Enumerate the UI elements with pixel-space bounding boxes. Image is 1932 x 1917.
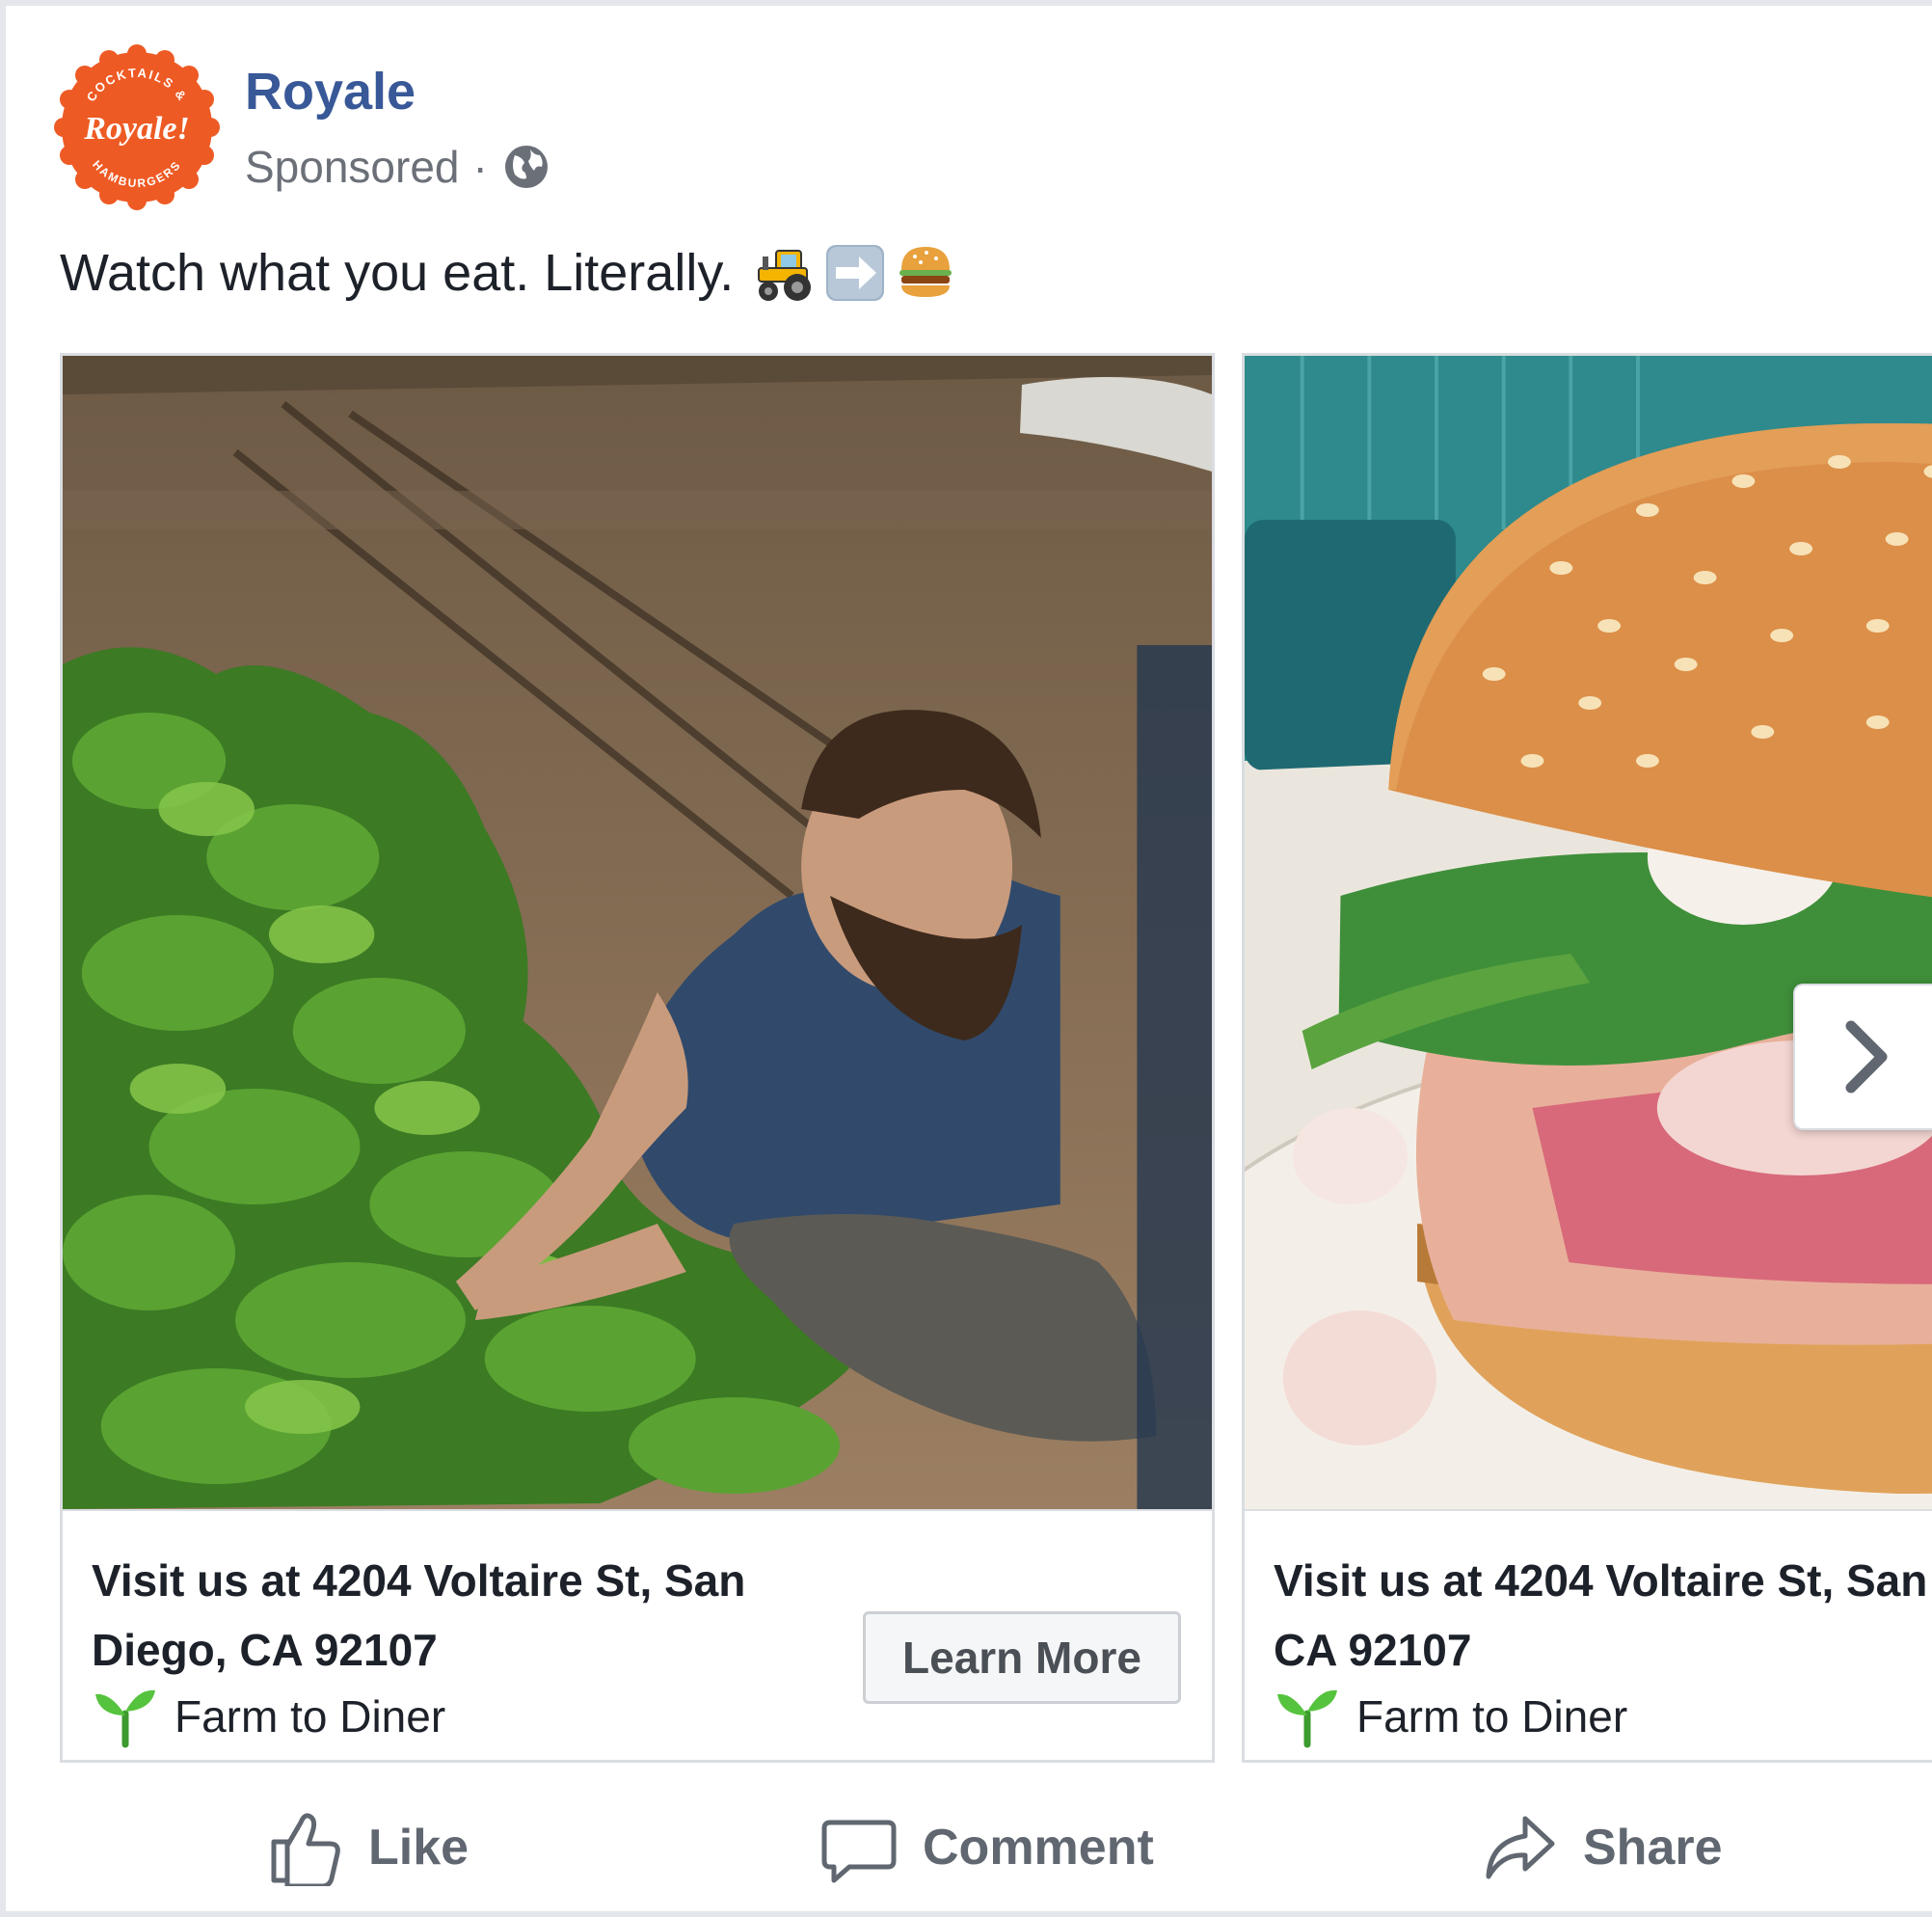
card-subtitle: Farm to Diner bbox=[92, 1683, 445, 1750]
post-meta: Sponsored · bbox=[245, 141, 551, 193]
tractor-emoji-icon bbox=[758, 250, 812, 301]
comment-label: Comment bbox=[923, 1820, 1154, 1876]
hamburger-emoji-icon bbox=[899, 247, 953, 297]
like-label: Like bbox=[368, 1820, 470, 1876]
thumbs-up-icon bbox=[271, 1813, 340, 1886]
post-message: Watch what you eat. Literally. bbox=[60, 243, 957, 303]
post-actions-bar: Like Comment Share bbox=[6, 1799, 1932, 1896]
learn-more-button[interactable]: Learn More bbox=[863, 1611, 1181, 1704]
share-icon bbox=[1486, 1816, 1555, 1879]
card-footer: Visit us at 4204 Voltaire St, San Diego,… bbox=[1245, 1509, 1932, 1760]
card-subtitle-text: Farm to Diner bbox=[174, 1691, 446, 1742]
royale-logo-icon: COCKTAILS & Royale! HAMBURGERS bbox=[54, 44, 220, 210]
share-label: Share bbox=[1583, 1820, 1723, 1876]
card-subtitle: Farm to Diner bbox=[1274, 1683, 1627, 1750]
card-subtitle-text: Farm to Diner bbox=[1356, 1691, 1628, 1742]
seedling-icon bbox=[95, 1689, 155, 1748]
comment-icon bbox=[821, 1820, 897, 1883]
carousel-next-button[interactable] bbox=[1793, 984, 1932, 1130]
right-arrow-emoji-icon bbox=[826, 245, 885, 301]
page-name-link[interactable]: Royale bbox=[245, 62, 416, 122]
card-title[interactable]: Visit us at 4204 Voltaire St, San Diego,… bbox=[1274, 1546, 1932, 1685]
burger-image bbox=[1245, 356, 1932, 1509]
seedling-icon bbox=[1277, 1689, 1337, 1748]
sponsored-post: COCKTAILS & Royale! HAMBURGERS Royale Sp… bbox=[0, 0, 1932, 1917]
svg-text:Royale!: Royale! bbox=[83, 111, 190, 147]
burger-photo[interactable] bbox=[1245, 356, 1932, 1509]
share-button[interactable]: Share bbox=[1481, 1799, 1723, 1896]
comment-button[interactable]: Comment bbox=[820, 1799, 1154, 1896]
meta-separator: · bbox=[472, 142, 488, 192]
chevron-right-icon bbox=[1845, 1020, 1888, 1094]
farmer-in-greens-image bbox=[63, 356, 1212, 1509]
carousel-card[interactable]: Visit us at 4204 Voltaire St, San Diego,… bbox=[60, 353, 1215, 1763]
card-footer: Visit us at 4204 Voltaire St, San Diego,… bbox=[63, 1509, 1212, 1760]
page-avatar-logo[interactable]: COCKTAILS & Royale! HAMBURGERS bbox=[52, 42, 222, 212]
globe-icon bbox=[504, 146, 548, 188]
post-message-text: Watch what you eat. Literally. bbox=[60, 244, 735, 302]
like-button[interactable]: Like bbox=[266, 1799, 469, 1896]
card-title[interactable]: Visit us at 4204 Voltaire St, San Diego,… bbox=[92, 1546, 863, 1685]
farmer-photo[interactable] bbox=[63, 356, 1212, 1509]
sponsored-label[interactable]: Sponsored bbox=[245, 141, 460, 193]
